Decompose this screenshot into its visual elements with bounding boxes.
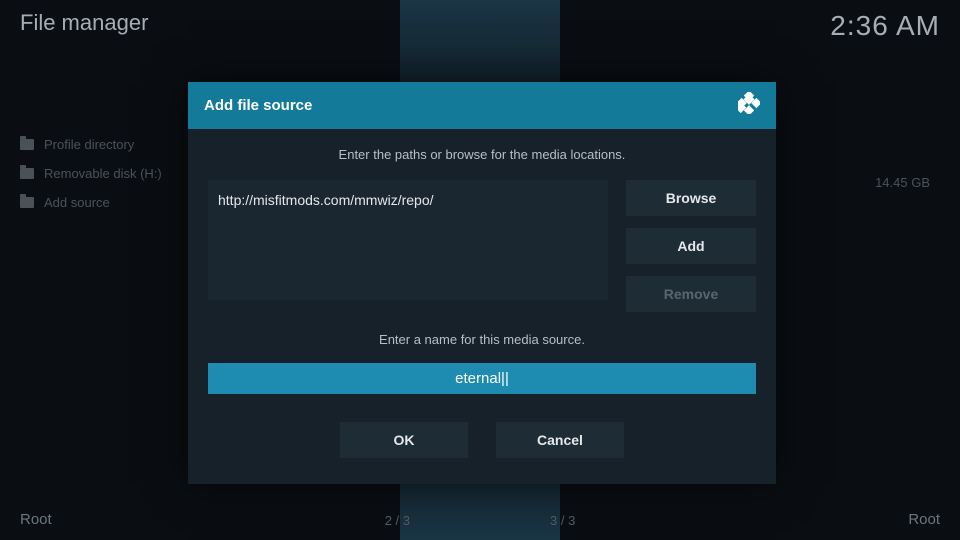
path-value[interactable]: http://misfitmods.com/mmwiz/repo/	[218, 192, 598, 208]
sidebar-item-label: Profile directory	[44, 137, 134, 152]
sidebar-item-removable-disk[interactable]: Removable disk (H:)	[20, 159, 200, 188]
sidebar: Profile directory Removable disk (H:) Ad…	[20, 130, 200, 217]
add-file-source-dialog: Add file source Enter the paths or brows…	[188, 82, 776, 484]
pager-right: 3 / 3	[550, 513, 575, 528]
clock: 2:36 AM	[830, 10, 940, 42]
add-button[interactable]: Add	[626, 228, 756, 264]
browse-button[interactable]: Browse	[626, 180, 756, 216]
remove-button: Remove	[626, 276, 756, 312]
path-instruction: Enter the paths or browse for the media …	[208, 147, 756, 162]
sidebar-item-profile-directory[interactable]: Profile directory	[20, 130, 200, 159]
disk-size-label: 14.45 GB	[875, 175, 930, 190]
name-instruction: Enter a name for this media source.	[208, 332, 756, 347]
folder-icon	[20, 139, 34, 150]
folder-icon	[20, 168, 34, 179]
sidebar-item-label: Add source	[44, 195, 110, 210]
ok-button[interactable]: OK	[340, 422, 468, 458]
dialog-title: Add file source	[204, 97, 312, 114]
sidebar-item-label: Removable disk (H:)	[44, 166, 162, 181]
kodi-logo-icon	[738, 92, 760, 119]
source-name-input[interactable]: eternal|	[208, 363, 756, 394]
folder-icon	[20, 197, 34, 208]
cancel-button[interactable]: Cancel	[496, 422, 624, 458]
pager-left: 2 / 3	[385, 513, 410, 528]
dialog-header: Add file source	[188, 82, 776, 129]
path-list[interactable]: http://misfitmods.com/mmwiz/repo/	[208, 180, 608, 300]
sidebar-item-add-source[interactable]: Add source	[20, 188, 200, 217]
page-title: File manager	[20, 10, 148, 36]
